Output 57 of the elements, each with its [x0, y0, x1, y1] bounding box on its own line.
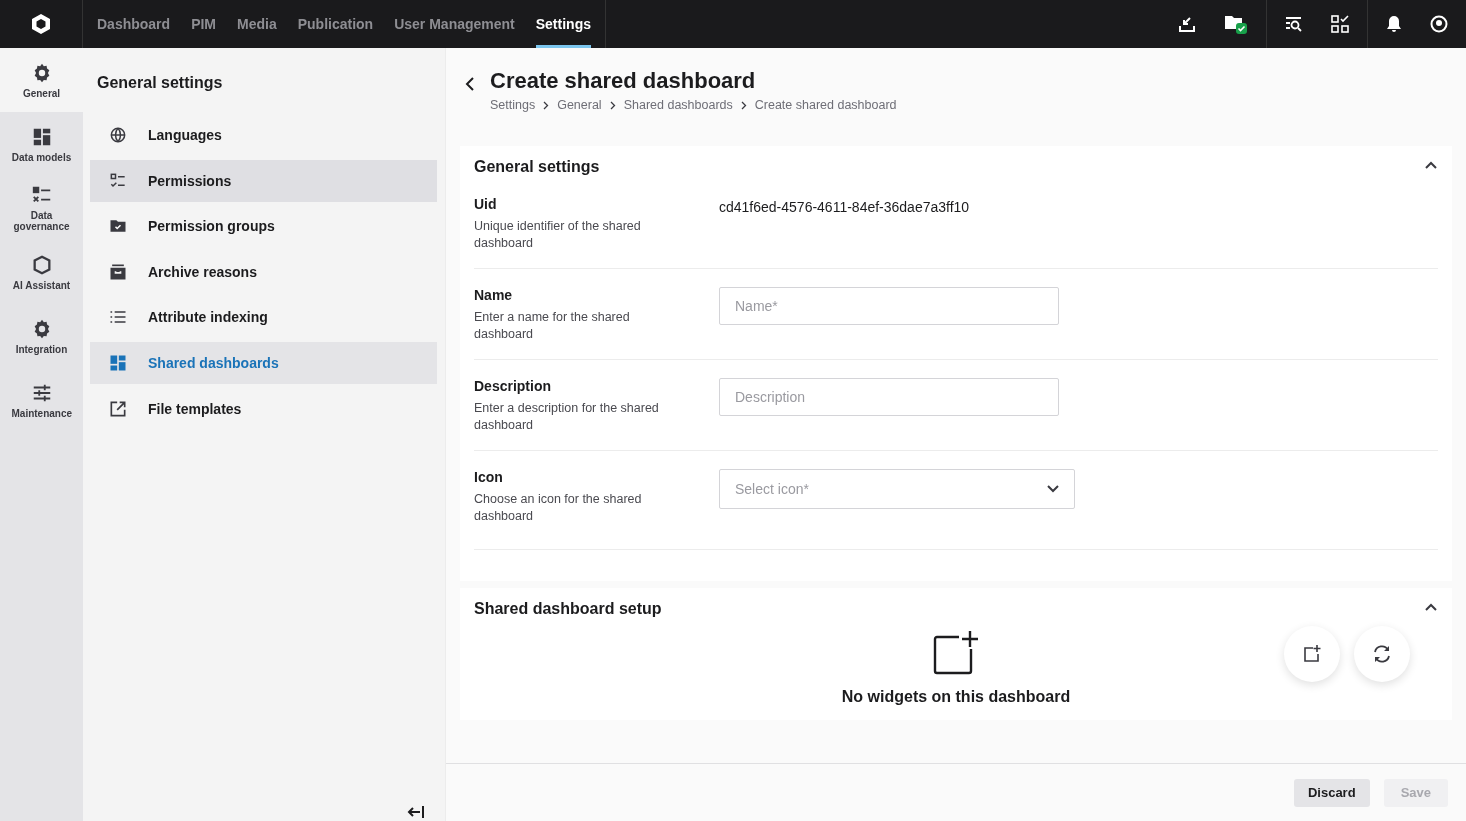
field-label: Description [474, 378, 552, 394]
logo-icon[interactable] [30, 13, 52, 35]
refresh-icon [1371, 643, 1393, 665]
nav-tab[interactable]: PIM [191, 0, 216, 48]
breadcrumb-item[interactable]: Settings [490, 98, 536, 112]
uid-value: cd41f6ed-4576-4611-84ef-36dae7a3ff10 [719, 198, 970, 217]
field-label: Icon [474, 469, 504, 485]
breadcrumb-item: Create shared dashboard [754, 98, 897, 112]
chevron-right-icon [609, 100, 616, 110]
rail-item[interactable]: AI Assistant [0, 240, 83, 304]
discard-button[interactable]: Discard [1293, 778, 1370, 807]
field-label: Name [474, 287, 514, 303]
nav-tab[interactable]: Publication [297, 0, 374, 48]
notification-bell-icon[interactable] [1386, 15, 1402, 33]
sidebar-item[interactable]: Attribute indexing [90, 296, 437, 339]
rail-item[interactable]: Data governance [0, 176, 83, 240]
rail-item[interactable]: Maintenance [0, 368, 83, 432]
chevron-right-icon [543, 100, 550, 110]
sidebar-item[interactable]: File templates [90, 387, 437, 430]
field-hint: Choose an icon for the shared dashboard [474, 491, 643, 525]
rail-item[interactable]: Data models [0, 112, 83, 176]
page-title: Create shared dashboard [490, 68, 757, 94]
sidebar-item[interactable]: Permissions [90, 159, 437, 202]
sidebar-item[interactable]: Shared dashboards [90, 341, 437, 384]
nav-tab[interactable]: Media [237, 0, 277, 48]
sidebar-title: General settings [97, 74, 224, 92]
rail-item[interactable]: General [0, 48, 83, 112]
refresh-button[interactable] [1354, 626, 1410, 682]
breadcrumb-item[interactable]: General [557, 98, 602, 112]
field-hint: Enter a name for the shared dashboard [474, 309, 631, 343]
rail-item[interactable]: Integration [0, 304, 83, 368]
sidebar-item[interactable]: Permission groups [90, 205, 437, 248]
empty-state-message: No widgets on this dashboard [841, 688, 1071, 706]
sidebar-item[interactable]: Archive reasons [90, 250, 437, 293]
user-profile-icon[interactable] [1430, 15, 1448, 33]
collapse-sidebar-icon[interactable] [407, 805, 425, 819]
field-label: Uid [474, 196, 498, 212]
nav-tab[interactable]: User Management [394, 0, 515, 48]
search-list-icon[interactable] [1285, 16, 1303, 32]
section-title: Shared dashboard setup [474, 600, 662, 618]
section-title: General settings [474, 158, 600, 176]
chevron-right-icon [740, 100, 747, 110]
breadcrumb-item[interactable]: Shared dashboards [623, 98, 733, 112]
folder-check-icon[interactable] [1224, 13, 1248, 35]
nav-tab[interactable]: Dashboard [97, 0, 171, 48]
field-hint: Enter a description for the shared dashboard [474, 400, 660, 434]
input-field[interactable]: Description [719, 378, 1059, 416]
sidebar-item[interactable]: Languages [90, 114, 437, 156]
nav-tab[interactable]: Settings [535, 0, 591, 48]
add-widget-icon [1302, 644, 1322, 664]
globe-icon [108, 125, 128, 145]
chevron-down-icon [1047, 485, 1059, 493]
add-widget-button[interactable] [1284, 626, 1340, 682]
download-icon[interactable] [1178, 15, 1196, 33]
grid-check-icon[interactable] [1331, 15, 1349, 33]
field-hint: Unique identifier of the shared dashboard [474, 218, 642, 252]
input-field[interactable]: Name* [719, 287, 1059, 325]
